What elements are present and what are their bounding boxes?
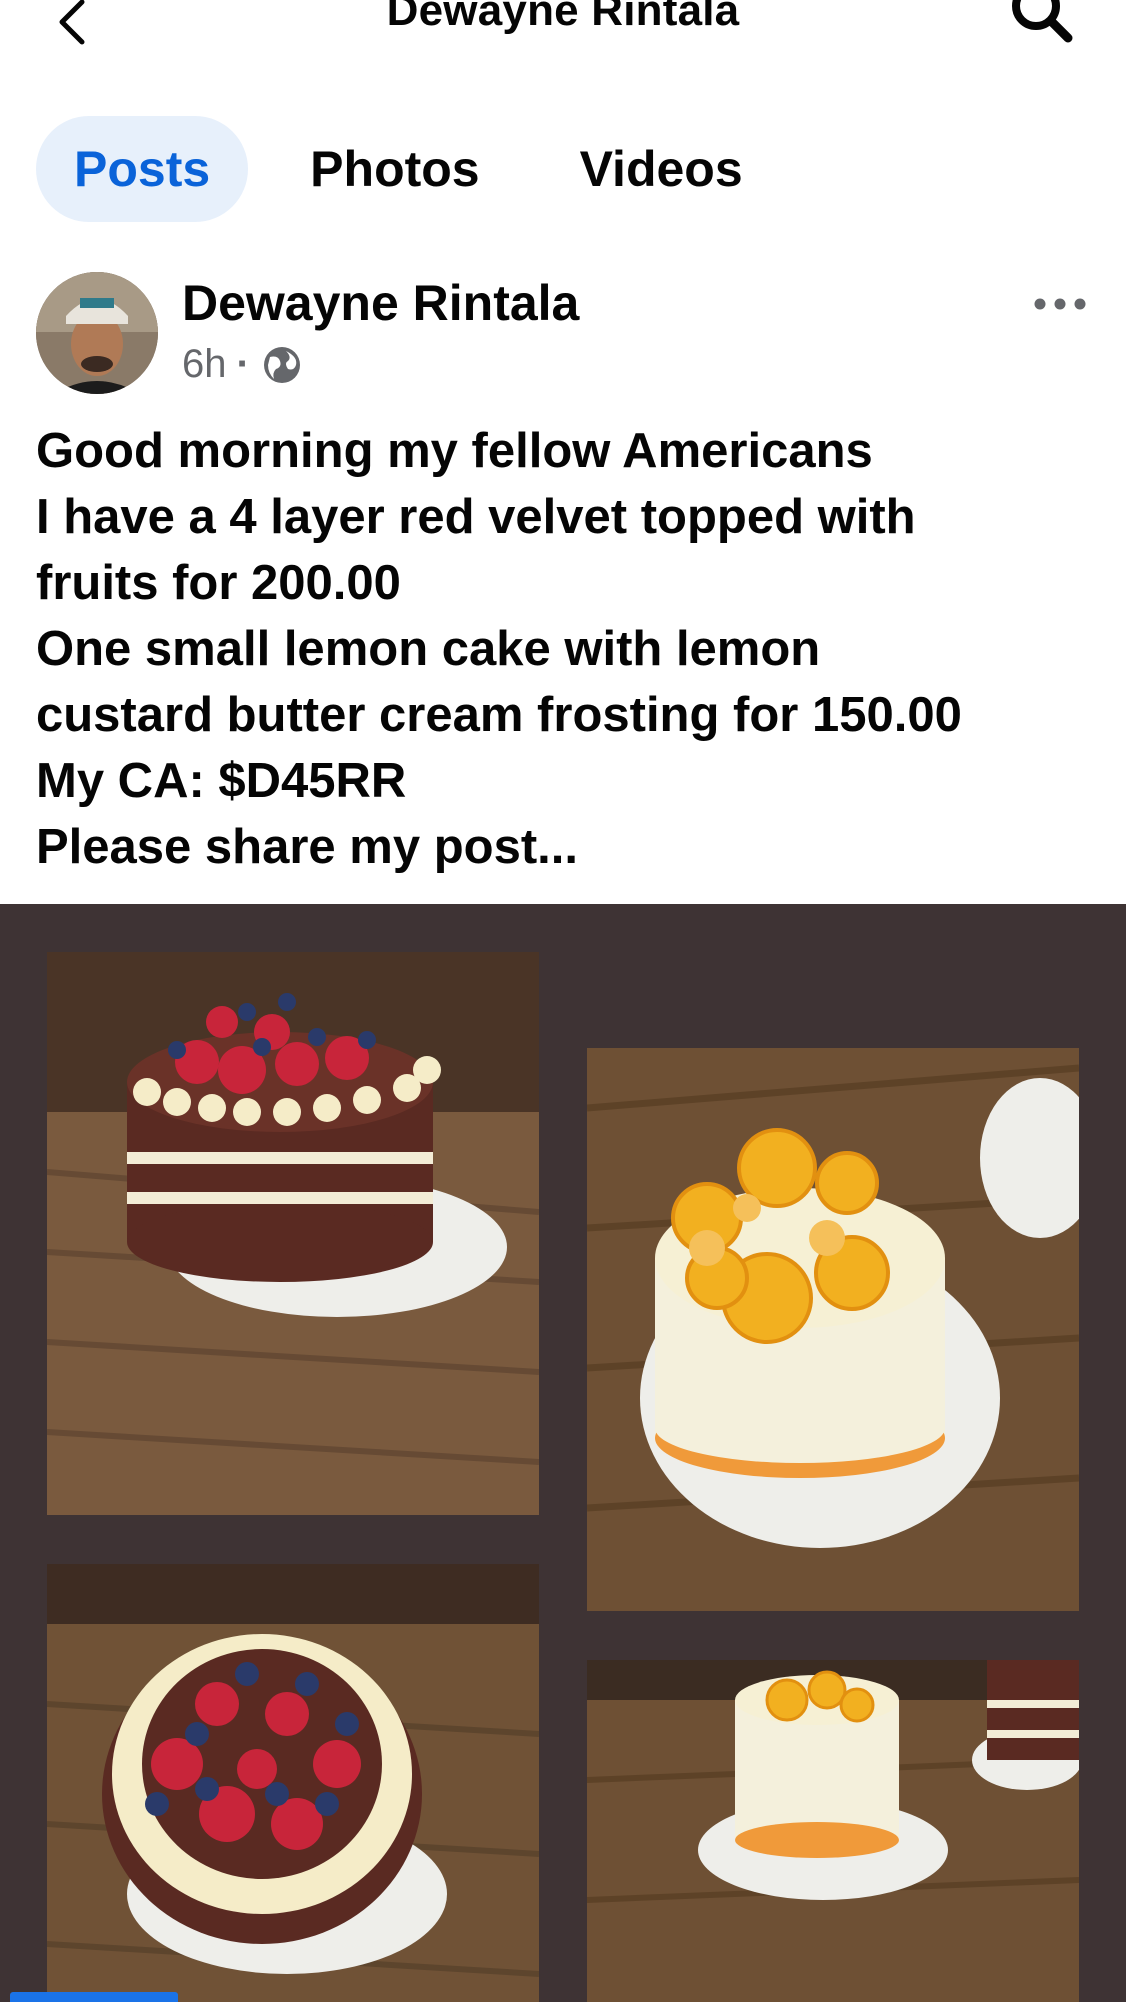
tab-photos[interactable]: Photos bbox=[272, 116, 517, 222]
post-text-line: One small lemon cake with lemon bbox=[36, 622, 821, 676]
profile-tabs: Posts Photos Videos bbox=[36, 116, 781, 222]
globe-icon bbox=[263, 346, 300, 383]
search-button[interactable] bbox=[1006, 0, 1076, 48]
profile-posts-page: Dewayne Rintala Posts Photos Videos Dewa… bbox=[0, 0, 1126, 2002]
post-meta: 6h · bbox=[182, 342, 304, 387]
photo-lemon-cake[interactable] bbox=[587, 1048, 1079, 1611]
meta-separator: · bbox=[236, 342, 250, 386]
post-body: Good morning my fellow Americans I have … bbox=[36, 418, 1096, 880]
scroll-indicator bbox=[10, 1992, 178, 2002]
post-text-line: custard butter cream frosting for 150.00 bbox=[36, 688, 962, 742]
page-title: Dewayne Rintala bbox=[386, 0, 740, 35]
photo-red-velvet-top-view[interactable] bbox=[47, 1564, 539, 2002]
avatar[interactable] bbox=[36, 272, 158, 394]
post-text-line: fruits for 200.00 bbox=[36, 556, 401, 610]
top-bar: Dewayne Rintala bbox=[0, 0, 1126, 60]
post-author-name[interactable]: Dewayne Rintala bbox=[182, 274, 579, 332]
photo-grid bbox=[0, 904, 1126, 2002]
tab-posts[interactable]: Posts bbox=[36, 116, 249, 222]
tab-videos[interactable]: Videos bbox=[542, 116, 781, 222]
post-text-line: Please share my post... bbox=[36, 820, 578, 874]
photo-small-lemon-cake[interactable] bbox=[587, 1660, 1079, 2002]
post-text-line: My CA: $D45RR bbox=[36, 754, 407, 808]
post-text-line: Good morning my fellow Americans bbox=[36, 424, 873, 478]
post-text-line: I have a 4 layer red velvet topped with bbox=[36, 490, 916, 544]
search-icon bbox=[1012, 0, 1073, 43]
more-horizontal-icon bbox=[1034, 298, 1086, 310]
post-options-button[interactable] bbox=[1030, 284, 1090, 324]
photo-red-velvet-cake[interactable] bbox=[47, 952, 539, 1515]
post-time[interactable]: 6h bbox=[182, 342, 227, 387]
avatar-photo bbox=[36, 272, 158, 394]
